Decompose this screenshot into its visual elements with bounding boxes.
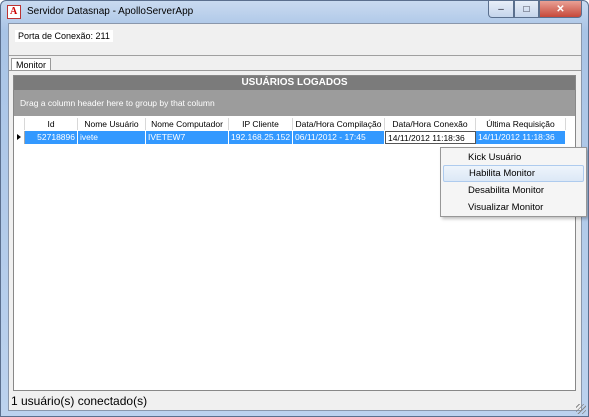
- app-window: Servidor Datasnap - ApolloServerApp – □ …: [0, 0, 589, 417]
- column-header-row: Id Nome Usuário Nome Computador IP Clien…: [14, 118, 566, 130]
- client-area: Porta de Conexão: 211 Monitor USUÁRIOS L…: [8, 23, 582, 411]
- table-row[interactable]: 52718896 ivete IVETEW7 192.168.25.152 06…: [14, 131, 566, 144]
- group-by-panel[interactable]: Drag a column header here to group by th…: [14, 90, 575, 116]
- window-controls: – □ ✕: [488, 1, 582, 18]
- column-header-conexao[interactable]: Data/Hora Conexão: [385, 118, 476, 130]
- menu-item-habilita-monitor[interactable]: Habilita Monitor: [443, 165, 584, 182]
- context-menu: Kick Usuário Habilita Monitor Desabilita…: [440, 147, 587, 217]
- users-grid: USUÁRIOS LOGADOS Drag a column header he…: [13, 75, 576, 391]
- app-logo-icon[interactable]: [7, 5, 21, 19]
- resize-grip-icon[interactable]: [576, 404, 586, 414]
- cell-ip-cliente[interactable]: 192.168.25.152: [229, 131, 293, 144]
- column-header-id[interactable]: Id: [25, 118, 78, 130]
- menu-item-kick-usuario[interactable]: Kick Usuário: [443, 149, 584, 166]
- connection-panel: Porta de Conexão: 211: [9, 24, 581, 56]
- row-indicator-icon: [14, 131, 25, 144]
- menu-item-desabilita-monitor[interactable]: Desabilita Monitor: [443, 182, 584, 199]
- column-header-ultima-requisicao[interactable]: Última Requisição: [476, 118, 566, 130]
- window-title: Servidor Datasnap - ApolloServerApp: [27, 6, 194, 17]
- panel-divider: [9, 55, 581, 56]
- column-header-ip-cliente[interactable]: IP Cliente: [229, 118, 293, 130]
- cell-id[interactable]: 52718896: [25, 131, 78, 144]
- close-button[interactable]: ✕: [539, 1, 582, 18]
- port-label: Porta de Conexão: 211: [15, 30, 113, 42]
- tab-strip-line: [9, 70, 581, 71]
- column-header-nome-computador[interactable]: Nome Computador: [146, 118, 229, 130]
- indicator-header: [14, 118, 25, 130]
- group-hint-text: Drag a column header here to group by th…: [20, 98, 215, 108]
- cell-ultima-requisicao[interactable]: 14/11/2012 11:18:36: [476, 131, 566, 144]
- menu-item-visualizar-monitor[interactable]: Visualizar Monitor: [443, 199, 584, 216]
- column-header-nome-usuario[interactable]: Nome Usuário: [78, 118, 146, 130]
- column-header-compilacao[interactable]: Data/Hora Compilação: [293, 118, 385, 130]
- cell-nome-usuario[interactable]: ivete: [78, 131, 146, 144]
- title-bar[interactable]: Servidor Datasnap - ApolloServerApp – □ …: [1, 1, 588, 23]
- cell-compilacao[interactable]: 06/11/2012 - 17:45: [293, 131, 385, 144]
- status-bar-text: 1 usuário(s) conectado(s): [11, 394, 148, 408]
- grid-title: USUÁRIOS LOGADOS: [14, 76, 575, 90]
- minimize-button[interactable]: –: [488, 1, 514, 18]
- maximize-button[interactable]: □: [514, 1, 539, 18]
- cell-conexao[interactable]: 14/11/2012 11:18:36: [385, 131, 476, 144]
- cell-nome-computador[interactable]: IVETEW7: [146, 131, 229, 144]
